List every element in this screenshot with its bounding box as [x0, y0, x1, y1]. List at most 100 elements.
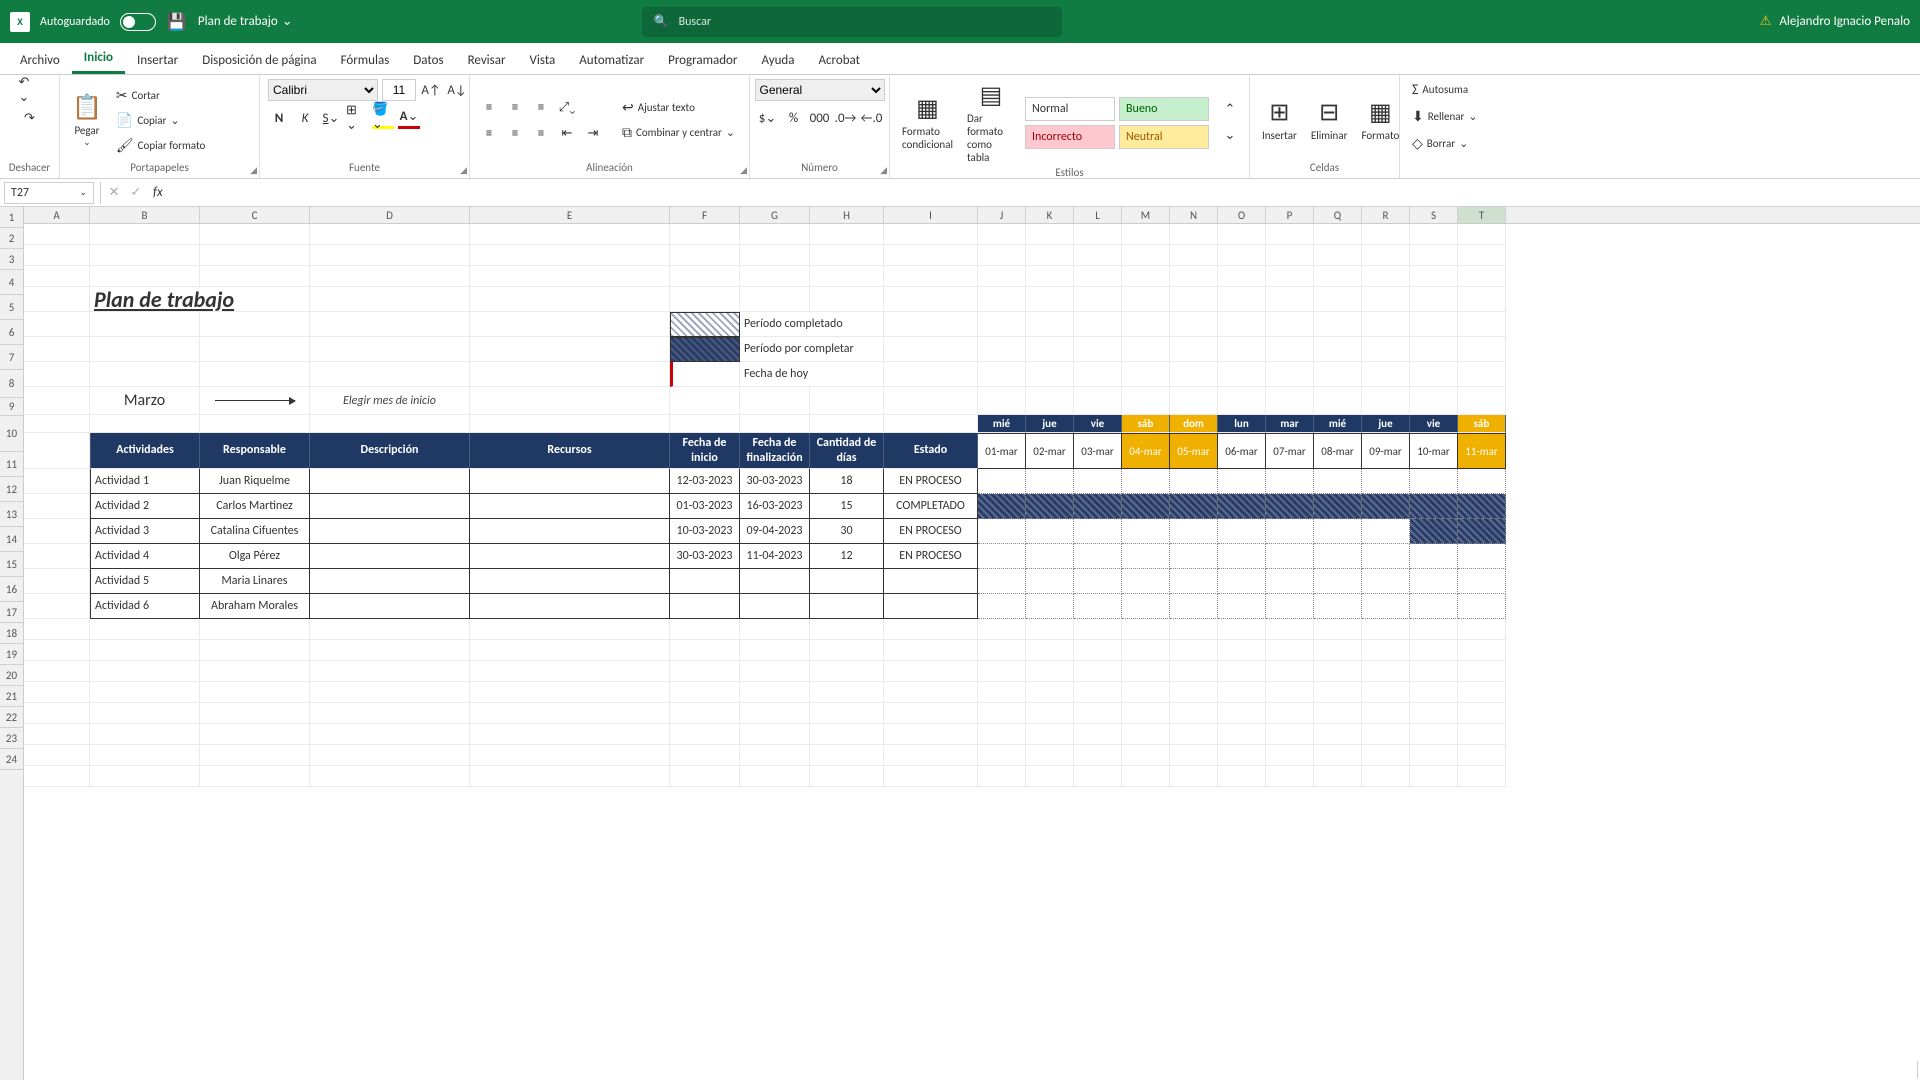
status-cell[interactable]: EN PROCESO [884, 519, 978, 544]
day-header[interactable]: dom [1170, 415, 1218, 433]
cell[interactable] [1170, 266, 1218, 287]
responsible-cell[interactable]: Carlos Martinez [200, 494, 310, 519]
cell[interactable] [1074, 287, 1122, 312]
cell[interactable] [310, 362, 470, 387]
cell[interactable] [1362, 724, 1410, 745]
gantt-cell[interactable] [1074, 519, 1122, 544]
cell[interactable] [1362, 245, 1410, 266]
col-header-J[interactable]: J [978, 207, 1026, 223]
date-header[interactable]: 06-mar [1218, 433, 1266, 469]
cell[interactable] [1170, 766, 1218, 787]
cell[interactable] [1026, 362, 1074, 387]
end-date-cell[interactable]: 09-04-2023 [740, 519, 810, 544]
cell[interactable] [310, 312, 470, 337]
cell[interactable] [1266, 337, 1314, 362]
gantt-cell[interactable] [978, 594, 1026, 619]
gantt-cell[interactable] [1266, 544, 1314, 569]
cell[interactable] [1218, 224, 1266, 245]
days-cell[interactable]: 12 [810, 544, 884, 569]
cell[interactable] [1362, 224, 1410, 245]
cell[interactable] [90, 266, 200, 287]
row-header-1[interactable]: 1 [0, 207, 23, 228]
cell[interactable] [310, 245, 470, 266]
cell[interactable] [1122, 362, 1170, 387]
cell[interactable] [1266, 682, 1314, 703]
align-right-icon[interactable]: ≡ [530, 122, 552, 144]
gantt-cell[interactable] [1362, 544, 1410, 569]
cell[interactable] [470, 682, 670, 703]
gantt-cell[interactable] [1074, 494, 1122, 519]
row-header-12[interactable]: 12 [0, 477, 23, 502]
cell[interactable] [670, 415, 740, 433]
cell[interactable] [1410, 387, 1458, 415]
align-top-icon[interactable]: ≡ [478, 96, 500, 118]
cell[interactable] [310, 703, 470, 724]
tab-acrobat[interactable]: Acrobat [807, 47, 873, 74]
cell[interactable] [1458, 387, 1506, 415]
cell[interactable] [310, 682, 470, 703]
cell[interactable] [1410, 661, 1458, 682]
gantt-cell[interactable] [1314, 569, 1362, 594]
user-account[interactable]: ⚠ Alejandro Ignacio Penalo [1760, 14, 1910, 29]
cell[interactable] [1362, 312, 1410, 337]
cell[interactable] [1026, 312, 1074, 337]
cell[interactable] [200, 337, 310, 362]
cell[interactable] [1410, 619, 1458, 640]
cell[interactable] [810, 724, 884, 745]
cell[interactable] [310, 266, 470, 287]
cell[interactable] [1314, 287, 1362, 312]
cell[interactable] [1170, 724, 1218, 745]
indent-decrease-icon[interactable]: ⇤ [556, 122, 578, 144]
sheet-title[interactable]: Plan de trabajo [90, 287, 310, 312]
cell[interactable] [884, 724, 978, 745]
undo-button[interactable]: ↶ ⌄ [19, 79, 41, 101]
gantt-cell[interactable] [1170, 469, 1218, 494]
save-icon[interactable]: 💾 [166, 11, 188, 33]
gantt-cell[interactable] [978, 544, 1026, 569]
cell[interactable] [1026, 224, 1074, 245]
cell[interactable] [470, 266, 670, 287]
indent-increase-icon[interactable]: ⇥ [582, 122, 604, 144]
wrap-text-button[interactable]: ↩Ajustar texto [618, 97, 739, 118]
cell[interactable] [1362, 266, 1410, 287]
date-header[interactable]: 10-mar [1410, 433, 1458, 469]
cell[interactable] [1122, 745, 1170, 766]
cell[interactable] [1266, 745, 1314, 766]
cell[interactable] [1074, 362, 1122, 387]
legend-completed-label[interactable]: Período completado [740, 312, 884, 337]
underline-button[interactable]: S ⌄ [320, 107, 342, 129]
col-header-P[interactable]: P [1266, 207, 1314, 223]
cell[interactable] [1410, 640, 1458, 661]
col-header-Q[interactable]: Q [1314, 207, 1362, 223]
decrease-decimal-icon[interactable]: ←.0 [861, 107, 883, 129]
cell[interactable] [740, 682, 810, 703]
cell[interactable] [810, 224, 884, 245]
gantt-cell[interactable] [1170, 569, 1218, 594]
gantt-cell[interactable] [978, 519, 1026, 544]
cell[interactable] [470, 245, 670, 266]
gantt-cell[interactable] [1074, 569, 1122, 594]
gantt-cell[interactable] [1026, 519, 1074, 544]
cell[interactable] [470, 415, 670, 433]
italic-button[interactable]: K [294, 107, 316, 129]
row-header-20[interactable]: 20 [0, 665, 23, 686]
cell[interactable] [1362, 387, 1410, 415]
cell[interactable] [1170, 337, 1218, 362]
cell[interactable] [1074, 682, 1122, 703]
cell[interactable] [24, 766, 90, 787]
cell[interactable] [884, 337, 978, 362]
cell[interactable] [978, 724, 1026, 745]
cell[interactable] [24, 245, 90, 266]
cell[interactable] [810, 682, 884, 703]
cell[interactable] [1074, 724, 1122, 745]
cell[interactable] [24, 640, 90, 661]
date-header[interactable]: 09-mar [1362, 433, 1410, 469]
cell[interactable] [978, 245, 1026, 266]
row-header-11[interactable]: 11 [0, 452, 23, 477]
day-header[interactable]: vie [1410, 415, 1458, 433]
cell[interactable] [1218, 362, 1266, 387]
cell[interactable] [1314, 224, 1362, 245]
cell[interactable] [1410, 745, 1458, 766]
gantt-cell[interactable] [1410, 519, 1458, 544]
gantt-cell[interactable] [1458, 494, 1506, 519]
